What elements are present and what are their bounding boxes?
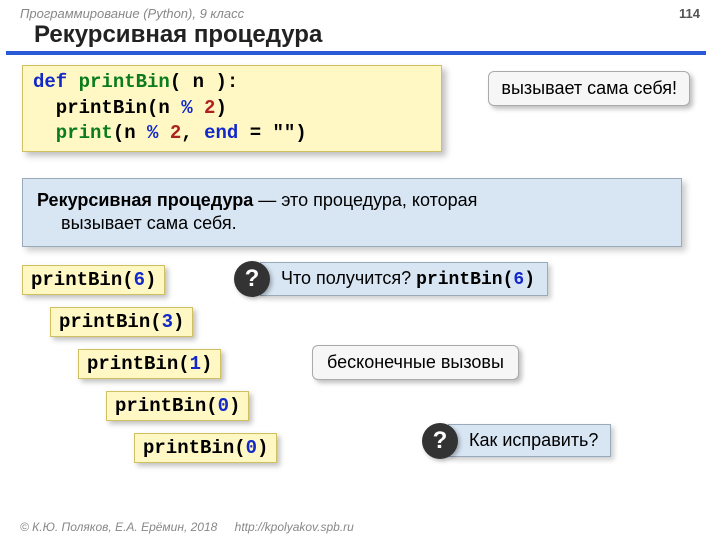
- callout-self-call: вызывает сама себя!: [488, 71, 690, 106]
- question-icon: ?: [234, 261, 270, 297]
- call-chip: printBin(6): [22, 265, 165, 295]
- question-bubble-2: Как исправить?: [448, 424, 611, 457]
- copyright: © К.Ю. Поляков, Е.А. Ерёмин, 2018: [20, 520, 217, 534]
- definition-rest: — это процедура, которая: [253, 190, 477, 210]
- callout-infinite: бесконечные вызовы: [312, 345, 519, 380]
- call-chip: printBin(1): [78, 349, 221, 379]
- header: Программирование (Python), 9 класс 114: [0, 0, 720, 21]
- call-chip: printBin(3): [50, 307, 193, 337]
- course-label: Программирование (Python), 9 класс: [20, 6, 244, 21]
- question-row-2: ? Как исправить?: [422, 423, 611, 459]
- code-block: def printBin( n ): printBin(n % 2) print…: [22, 65, 442, 152]
- slide-title: Рекурсивная процедура: [6, 21, 706, 55]
- code-line-1: def printBin( n ):: [33, 70, 431, 96]
- question-bubble-1: Что получится? printBin(6): [260, 262, 548, 296]
- code-line-2: printBin(n % 2): [33, 96, 431, 122]
- footer: © К.Ю. Поляков, Е.А. Ерёмин, 2018 http:/…: [20, 520, 354, 534]
- page-number: 114: [679, 6, 700, 21]
- content: def printBin( n ): printBin(n % 2) print…: [0, 65, 720, 495]
- definition-line2: вызывает сама себя.: [37, 212, 667, 235]
- question-icon: ?: [422, 423, 458, 459]
- footer-url: http://kpolyakov.spb.ru: [235, 520, 354, 534]
- calls-area: printBin(6) printBin(3) printBin(1) prin…: [22, 265, 698, 495]
- call-chip: printBin(0): [134, 433, 277, 463]
- definition-box: Рекурсивная процедура — это процедура, к…: [22, 178, 682, 247]
- call-chip: printBin(0): [106, 391, 249, 421]
- code-line-3: print(n % 2, end = ""): [33, 121, 431, 147]
- question-row-1: ? Что получится? printBin(6): [234, 261, 548, 297]
- definition-term: Рекурсивная процедура: [37, 190, 253, 210]
